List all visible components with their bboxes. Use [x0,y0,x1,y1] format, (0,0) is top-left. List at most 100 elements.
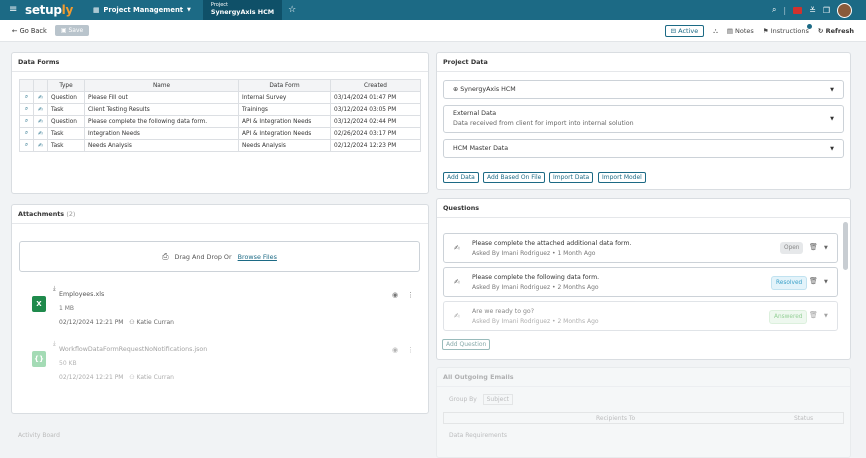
file-name[interactable]: WorkflowDataFormRequestNoNotifications.j… [59,346,207,353]
emails-group-row[interactable]: Data Requirements [449,432,507,439]
edit-question-icon[interactable]: ✍ [454,312,460,320]
search-icon[interactable]: ⌕ [19,115,34,128]
delete-icon[interactable]: 🗑 [809,243,818,251]
attachment-item: ⤓ X Employees.xls 1 MB 02/12/2024 12:21 PM ⚇… [12,281,428,331]
more-options-icon[interactable]: ⋮ [407,346,414,354]
table-row[interactable]: ⌕ ✍ Task Needs Analysis Needs Analysis 02/12/… [19,139,421,152]
import-model-button[interactable]: Import Model [598,172,646,183]
notes-button[interactable]: ▤ Notes [727,27,754,35]
cell-data-form: Trainings [238,103,331,116]
table-row[interactable]: ⌕ ✍ Question Please Fill out Internal Survey… [19,91,421,104]
search-icon[interactable]: ⌕ [19,103,34,116]
outgoing-emails-title: All Outgoing Emails [437,368,850,387]
cell-name: Needs Analysis [84,139,239,152]
question-text: Are we ready to go? [472,308,534,315]
group-by-chip[interactable]: Subject [482,394,514,405]
question-meta: Asked By Imani Rodriguez • 2 Months Ago [472,284,599,291]
questions-scrollbar[interactable] [843,222,848,270]
project-accordion[interactable]: ⊕ SynergyAxis HCM ▼ [443,80,844,99]
status-badge[interactable]: Answered [769,310,808,324]
cell-type: Task [47,103,85,116]
status-badge[interactable]: Open [780,242,804,254]
project-name: SynergyAxis HCM [210,8,275,16]
attachment-item: ⤓ {} WorkflowDataFormRequestNoNotification… [12,336,428,386]
hide-icon[interactable]: ◉ [392,346,398,354]
delete-icon[interactable]: 🗑 [809,311,818,319]
search-icon[interactable]: ⌕ [19,139,34,152]
hide-icon[interactable]: ◉ [392,291,398,299]
refresh-button[interactable]: ↻ Refresh [818,27,854,35]
instructions-button[interactable]: ⚑ Instructions [762,24,812,35]
table-row[interactable]: ⌕ ✍ Question Please complete the following … [19,115,421,128]
refresh-icon: ↻ [817,27,826,35]
col-recipients: Recipients To [596,415,636,422]
search-icon[interactable]: ⌕ [19,127,34,140]
chevron-down-icon[interactable]: ▼ [824,313,828,319]
edit-icon[interactable]: ✍ [33,115,48,128]
master-data-accordion[interactable]: HCM Master Data ▼ [443,139,844,158]
cell-created: 02/12/2024 12:23 PM [330,139,421,152]
app-logo[interactable]: setuply [25,3,73,17]
col-edit [33,79,48,92]
cell-name: Please Fill out [84,91,239,104]
chevron-down-icon[interactable]: ▼ [824,279,828,285]
add-question-button[interactable]: Add Question [442,339,491,350]
delete-icon[interactable]: 🗑 [809,277,818,285]
table-row[interactable]: ⌕ ✍ Task Client Testing Results Trainings 03/… [19,103,421,116]
file-meta: 02/12/2024 12:21 PM ⚇ Katie Curran [59,374,174,381]
import-data-button[interactable]: Import Data [549,172,594,183]
clipboard-icon[interactable]: ❐ [823,6,830,15]
edit-question-icon[interactable]: ✍ [454,278,460,286]
user-avatar[interactable] [837,2,852,18]
external-data-accordion[interactable]: External Data Data received from client f… [443,105,844,133]
col-name: Name [84,79,239,92]
browse-files-link[interactable]: Browse Files [238,253,277,261]
attachments-title: Attachments (2) [12,205,428,224]
status-active-button[interactable]: ⊟ Active [664,25,705,37]
add-based-on-file-button[interactable]: Add Based On File [483,172,546,183]
question-item[interactable]: ✍ Are we ready to go? Asked By Imani Rodri… [443,301,838,331]
table-row[interactable]: ⌕ ✍ Task Integration Needs API & Integration… [19,127,421,140]
chevron-down-icon: ▼ [830,86,834,93]
megaphone-icon: ⚑ [762,27,771,35]
edit-icon[interactable]: ✍ [33,127,48,140]
outgoing-emails-card: All Outgoing Emails Group By Subject Rec… [436,367,851,458]
section-menu[interactable]: ▦ Project Management ▼ [93,6,191,14]
file-drop-zone[interactable]: ⎙ Drag And Drop Or Browse Files [19,241,420,272]
divider: | [783,5,787,15]
cell-name: Please complete the following data form. [84,115,239,128]
cell-created: 03/12/2024 02:44 PM [330,115,421,128]
group-by-label: Group By Subject [449,394,514,405]
top-navigation-bar: ≡ setuply ▦ Project Management ▼ Project… [0,0,866,20]
hamburger-menu-icon[interactable]: ≡ [9,5,23,15]
question-item[interactable]: ✍ Please complete the following data form… [443,267,838,297]
hierarchy-icon[interactable]: ⛬ [713,27,718,36]
add-data-button[interactable]: Add Data [443,172,479,183]
save-button[interactable]: ▣ Save [54,25,90,36]
file-meta: 02/12/2024 12:21 PM ⚇ Katie Curran [59,319,174,326]
notifications-icon[interactable] [793,6,803,14]
download-icon[interactable]: ⤓ [53,285,56,293]
chevron-down-icon[interactable]: ▼ [824,245,828,251]
sliders-icon[interactable]: ≚ [809,6,816,15]
cell-created: 03/12/2024 03:05 PM [330,103,421,116]
project-tab[interactable]: Project SynergyAxis HCM [202,0,283,20]
edit-icon[interactable]: ✍ [33,139,48,152]
edit-icon[interactable]: ✍ [33,103,48,116]
edit-question-icon[interactable]: ✍ [454,244,460,252]
download-icon[interactable]: ⤓ [53,340,56,348]
col-search [19,79,34,92]
status-badge[interactable]: Resolved [771,276,808,290]
question-item[interactable]: ✍ Please complete the attached additional… [443,233,838,263]
star-icon[interactable]: ☆ [288,5,296,15]
notification-dot [806,24,812,29]
file-name[interactable]: Employees.xls [59,291,104,298]
go-back-button[interactable]: ← Go Back [12,27,47,35]
edit-icon[interactable]: ✍ [33,91,48,104]
search-icon[interactable]: ⌕ [19,91,34,104]
chevron-down-icon: ▼ [830,145,834,152]
question-meta: Asked By Imani Rodriguez • 1 Month Ago [472,250,596,257]
search-icon[interactable]: ⌕ [772,5,776,15]
more-options-icon[interactable]: ⋮ [407,291,414,299]
col-type: Type [47,79,85,92]
